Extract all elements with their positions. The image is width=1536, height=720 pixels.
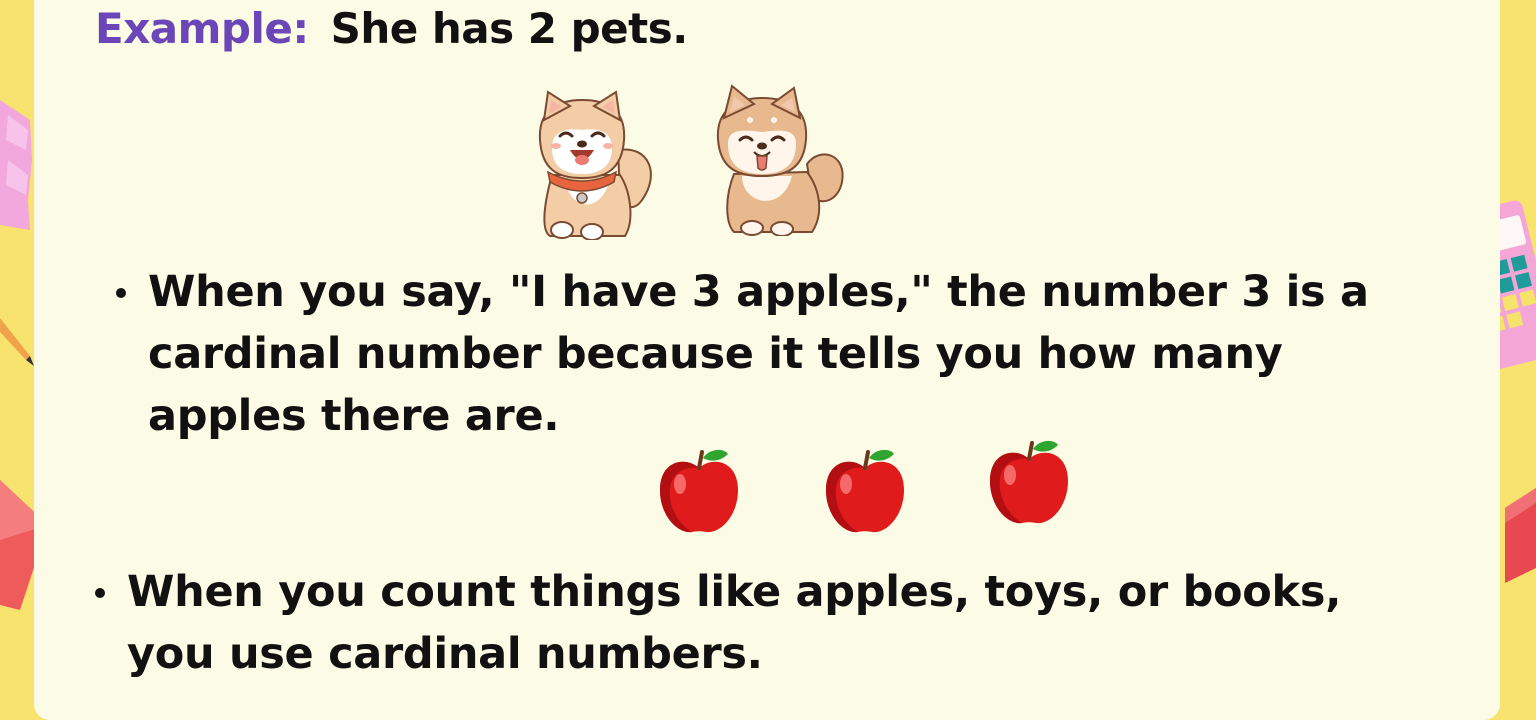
bullet-item: When you count things like apples, toys,… — [95, 561, 1387, 685]
example-sentence: She has 2 pets. — [330, 4, 689, 53]
apple-icon — [826, 449, 904, 533]
example-heading: Example: She has 2 pets. — [95, 4, 688, 53]
red-cube-decoration — [1505, 488, 1536, 583]
bullet-dot — [95, 588, 105, 598]
apple-icon — [660, 449, 738, 533]
apple-icon — [990, 440, 1068, 524]
bullet-dot — [116, 288, 126, 298]
bullet-text: When you count things like apples, toys,… — [127, 567, 1342, 679]
shiba-dog-icon — [538, 90, 652, 240]
example-label: Example: — [95, 4, 309, 53]
bullet-item: When you say, "I have 3 apples," the num… — [116, 261, 1408, 447]
shiba-dog-icon — [716, 84, 844, 236]
bullet-text: When you say, "I have 3 apples," the num… — [148, 267, 1369, 441]
pencil-decoration — [0, 318, 34, 366]
